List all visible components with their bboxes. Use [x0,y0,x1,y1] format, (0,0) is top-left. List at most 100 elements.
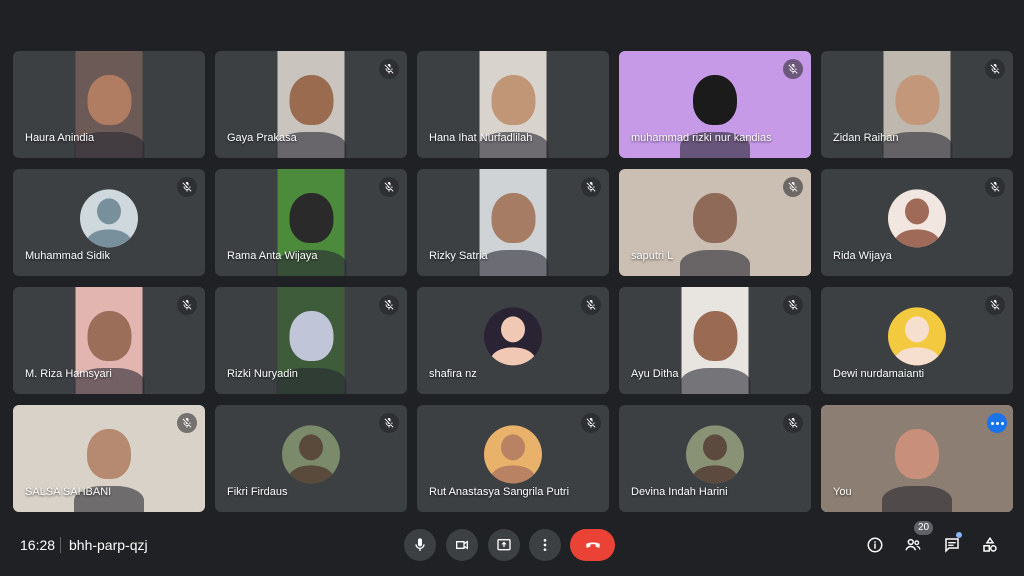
avatar [282,424,340,483]
people-count-badge: 20 [914,521,934,535]
participant-name: shafira nz [429,368,477,380]
avatar [80,188,138,247]
participant-tile[interactable]: Hana Ihat Nurfadlilah [417,51,609,158]
avatar-shoulders [491,346,535,365]
participant-name: Hana Ihat Nurfadlilah [429,132,533,144]
participant-name: Rida Wijaya [833,250,892,262]
participant-tile[interactable]: SALSA SAHBANI [13,405,205,512]
avatar-shoulders [87,228,131,247]
participant-name: Ayu Ditha [631,368,679,380]
participant-tile[interactable]: Rizki Nuryadin [215,287,407,394]
mic-icon [415,538,425,551]
participant-name: M. Riza Hamsyari [25,368,112,380]
mic-off-icon [985,295,1005,315]
mic-off-icon [985,59,1005,79]
participant-name: Gaya Prakasa [227,132,297,144]
mic-button[interactable] [404,529,436,561]
avatar-shoulders [491,464,535,483]
participant-name: Zidan Raihan [833,132,899,144]
divider [60,537,61,553]
mic-off-icon [177,177,197,197]
video-face [289,74,333,125]
mic-off-icon [379,59,399,79]
avatar [888,188,946,247]
video-face [895,74,939,125]
avatar-head [703,434,727,461]
mic-off-icon [379,413,399,433]
participant-tile[interactable]: saputri L [619,169,811,276]
participant-tile[interactable]: Fikri Firdaus [215,405,407,512]
tile-options-button[interactable] [987,413,1007,433]
more-options-button[interactable] [529,529,561,561]
participant-tile[interactable]: Zidan Raihan [821,51,1013,158]
avatar-shoulders [289,464,333,483]
camera-button[interactable] [446,529,478,561]
participant-tile[interactable]: You [821,405,1013,512]
mic-off-icon [177,413,197,433]
meeting-time: 16:28 [20,537,56,553]
avatar-head [501,434,525,461]
video-face [87,310,131,361]
mic-off-icon [783,413,803,433]
participant-tile[interactable]: Dewi nurdamaianti [821,287,1013,394]
participant-tile[interactable]: Haura Anindia [13,51,205,158]
avatar-shoulders [895,228,939,247]
participant-tile[interactable]: Muhammad Sidik [13,169,205,276]
video-face [693,310,737,361]
avatar-head [299,434,323,461]
avatar-head [97,198,121,225]
participant-tile[interactable]: muhammad rizki nur kandias [619,51,811,158]
participant-tile[interactable]: Devina Indah Harini [619,405,811,512]
avatar [888,306,946,365]
avatar-head [905,316,929,343]
people-icon [905,538,921,551]
video-face [491,74,535,125]
present-button[interactable] [488,529,520,561]
avatar [686,424,744,483]
end-call-icon [585,542,600,548]
participant-tile[interactable]: Rizky Satria [417,169,609,276]
video-face [87,428,131,479]
participant-tile[interactable]: Rama Anta Wijaya [215,169,407,276]
mic-off-icon [379,177,399,197]
participant-tile[interactable]: Rida Wijaya [821,169,1013,276]
video-body [478,250,548,276]
participant-tile[interactable]: shafira nz [417,287,609,394]
video-face [693,74,737,125]
more-options-icon [543,539,547,551]
mic-off-icon [783,59,803,79]
activities-button[interactable] [978,533,1002,557]
leave-call-button[interactable] [570,529,615,561]
activities-icon [983,536,997,552]
video-feed [680,287,750,394]
meeting-details-button[interactable] [863,533,887,557]
mic-off-icon [985,177,1005,197]
avatar [484,424,542,483]
bottom-bar: 16:28 bhh-parp-qzj 20 [0,520,1024,576]
video-face [289,310,333,361]
participant-tile[interactable]: Gaya Prakasa [215,51,407,158]
mic-off-icon [581,413,601,433]
participant-name: saputri L [631,250,674,262]
video-face [491,192,535,243]
participant-tile[interactable]: M. Riza Hamsyari [13,287,205,394]
video-face [289,192,333,243]
mic-off-icon [177,295,197,315]
participant-name: Fikri Firdaus [227,486,288,498]
meeting-code[interactable]: bhh-parp-qzj [69,537,148,553]
participant-tile[interactable]: Ayu Ditha [619,287,811,394]
avatar [484,306,542,365]
mic-off-icon [783,177,803,197]
chat-icon [945,538,959,553]
video-face [693,192,737,243]
chat-unread-dot [956,532,962,538]
mic-off-icon [581,177,601,197]
present-icon [497,539,511,551]
participant-name: Rizki Nuryadin [227,368,298,380]
info-icon [867,537,883,553]
participant-grid: Haura Anindia Gaya Prakasa Hana Ihat Nurfa… [13,51,1013,512]
video-body [680,368,750,394]
participant-tile[interactable]: Rut Anastasya Sangrila Putri [417,405,609,512]
people-button[interactable] [901,533,925,557]
video-body [680,250,750,276]
